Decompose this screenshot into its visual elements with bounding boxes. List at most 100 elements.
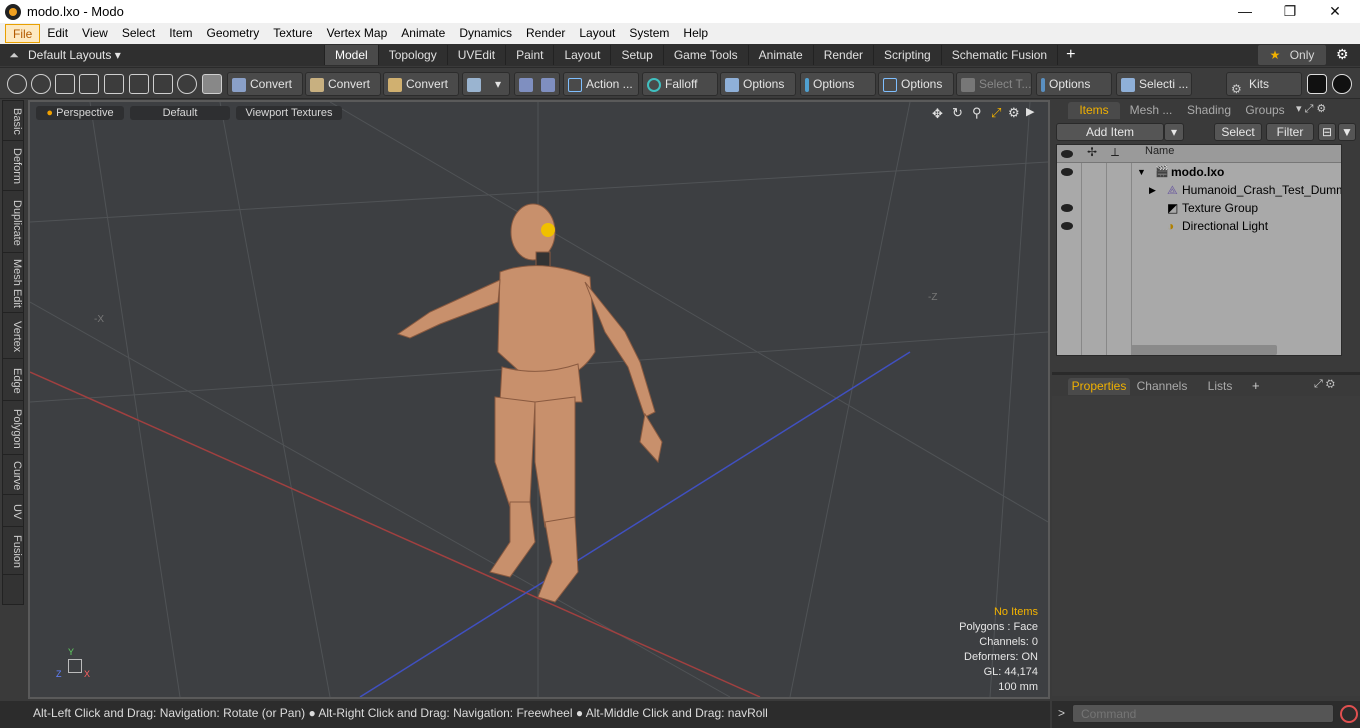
default-layouts-dropdown[interactable]: Default Layouts ▾ [28,48,324,62]
menu-item[interactable]: Item [162,24,199,43]
select-button[interactable]: Select [1214,123,1262,141]
zoom-icon[interactable]: ⚲ [972,105,982,121]
tab-groups[interactable]: Groups [1240,102,1290,119]
falloff-button[interactable]: Falloff [642,72,718,96]
viewport-textures-dropdown[interactable]: Viewport Textures [236,106,342,120]
menu-view[interactable]: View [75,24,115,43]
record-icon[interactable] [1340,705,1358,723]
view-perspective-dropdown[interactable]: ● Perspective [36,106,124,120]
options-button-3[interactable]: Options [878,72,954,96]
menu-help[interactable]: Help [676,24,715,43]
lefttab-mesh-edit[interactable]: Mesh Edit [3,255,23,313]
lefttab-duplicate[interactable]: Duplicate [3,193,23,253]
shading-default-dropdown[interactable]: Default [130,106,230,120]
convert-button-2[interactable]: Convert [305,72,381,96]
collapse-icon[interactable]: ⊟ [1318,123,1336,141]
menu-select[interactable]: Select [115,24,162,43]
eye-icon[interactable] [1061,204,1073,212]
selection-button[interactable]: Selecti ... [1116,72,1192,96]
menu-dynamics[interactable]: Dynamics [452,24,519,43]
tab-setup[interactable]: Setup [611,45,664,65]
add-item-button[interactable]: Add Item [1056,123,1164,141]
menu-layout[interactable]: Layout [572,24,622,43]
item-row[interactable]: ◩ Texture Group [1057,199,1341,217]
tab-mesh[interactable]: Mesh ... [1124,102,1178,119]
select-through-button[interactable]: Select T... [956,72,1032,96]
tab-animate[interactable]: Animate [749,45,814,65]
convert-button-3[interactable]: Convert [383,72,459,96]
lefttab-fusion[interactable]: Fusion [3,529,23,575]
options-button-2[interactable]: Options [800,72,876,96]
menu-animate[interactable]: Animate [394,24,452,43]
tab-uvedit[interactable]: UVEdit [448,45,507,65]
tab-model[interactable]: Model [324,45,379,65]
globe-icon[interactable] [31,74,51,94]
item-row[interactable]: ▼ 🎬 modo.lxo [1057,163,1341,181]
menu-render[interactable]: Render [519,24,572,43]
panel-menu-icon[interactable]: ▾ ⤢ ⚙ [1296,102,1326,116]
tab-paint[interactable]: Paint [506,45,555,65]
kits-button[interactable]: ⚙ Kits [1226,72,1302,96]
collapse-triangle-icon[interactable]: ▼ [1137,163,1146,181]
3d-viewport[interactable]: ● Perspective Default Viewport Textures … [28,100,1050,699]
menu-texture[interactable]: Texture [266,24,319,43]
tab-layout[interactable]: Layout [554,45,612,65]
add-tab-button[interactable]: + [1066,46,1075,64]
symmetry-buttons[interactable] [514,72,560,96]
properties-menu-icon[interactable]: ⤢ ⚙ [1314,378,1335,391]
tab-lists[interactable]: Lists [1194,378,1246,395]
tab-shading[interactable]: Shading [1182,102,1236,119]
funnel-icon[interactable]: ▼ [1338,123,1356,141]
lefttab-uv[interactable]: UV [3,497,23,527]
lefttab-curve[interactable]: Curve [3,457,23,495]
center-icon[interactable] [129,74,149,94]
brush-icon[interactable] [79,74,99,94]
options-button-4[interactable]: Options [1036,72,1112,96]
unreal-icon[interactable] [1332,74,1352,94]
snap-icon[interactable] [104,74,124,94]
tab-render[interactable]: Render [814,45,875,65]
menu-file[interactable]: File [5,24,41,43]
only-toggle[interactable]: ★ Only [1258,45,1326,65]
options-button-1[interactable]: Options [720,72,796,96]
item-list[interactable]: ✢ ⟂ Name ▼ 🎬 modo.lxo ▶ ⟁ Humanoid_Crash… [1056,144,1342,356]
maximize-button[interactable]: ❐ [1267,0,1313,23]
menu-vertex-map[interactable]: Vertex Map [320,24,395,43]
close-button[interactable]: ✕ [1312,0,1358,23]
minimize-button[interactable]: — [1222,0,1268,23]
move-icon[interactable]: ✥ [932,106,943,122]
menu-system[interactable]: System [622,24,676,43]
add-properties-tab-button[interactable]: + [1252,378,1260,393]
maximize-viewport-icon[interactable]: ⤢ [991,105,1001,121]
layout-up-icon[interactable]: ⏶ [0,48,28,63]
expand-triangle-icon[interactable]: ▶ [1149,181,1156,199]
item-row[interactable]: ◑ Directional Light [1057,217,1341,235]
menu-geometry[interactable]: Geometry [200,24,267,43]
tab-properties[interactable]: Properties [1068,378,1130,395]
action-center-button[interactable]: Action ... [563,72,639,96]
add-item-dropdown[interactable]: ▾ [1164,123,1184,141]
tab-items[interactable]: Items [1068,102,1120,119]
frame-icon[interactable] [153,74,173,94]
lefttab-deform[interactable]: Deform [3,143,23,191]
unity-icon[interactable] [1307,74,1327,94]
rotate-icon[interactable]: ↻ [952,105,963,121]
filter-button[interactable]: Filter [1266,123,1314,141]
viewport-settings-icon[interactable]: ⚙ [1008,105,1020,121]
pen-icon[interactable] [55,74,75,94]
select-vertex-icon[interactable] [7,74,27,94]
tab-topology[interactable]: Topology [379,45,448,65]
cube-icon[interactable] [202,74,222,94]
viewport-expand-icon[interactable]: ▶ [1026,105,1034,118]
gear-icon[interactable]: ⚙ [1336,46,1349,63]
circle-icon[interactable] [177,74,197,94]
item-row[interactable]: ▶ ⟁ Humanoid_Crash_Test_Dummy [1057,181,1341,199]
tab-game-tools[interactable]: Game Tools [664,45,749,65]
tab-scripting[interactable]: Scripting [874,45,942,65]
lefttab-vertex[interactable]: Vertex [3,315,23,359]
tab-channels[interactable]: Channels [1134,378,1190,395]
mesh-dropdown[interactable]: ▾ [462,72,510,96]
horizontal-scrollbar[interactable] [1131,345,1277,355]
lefttab-edge[interactable]: Edge [3,361,23,401]
eye-icon[interactable] [1061,168,1073,176]
